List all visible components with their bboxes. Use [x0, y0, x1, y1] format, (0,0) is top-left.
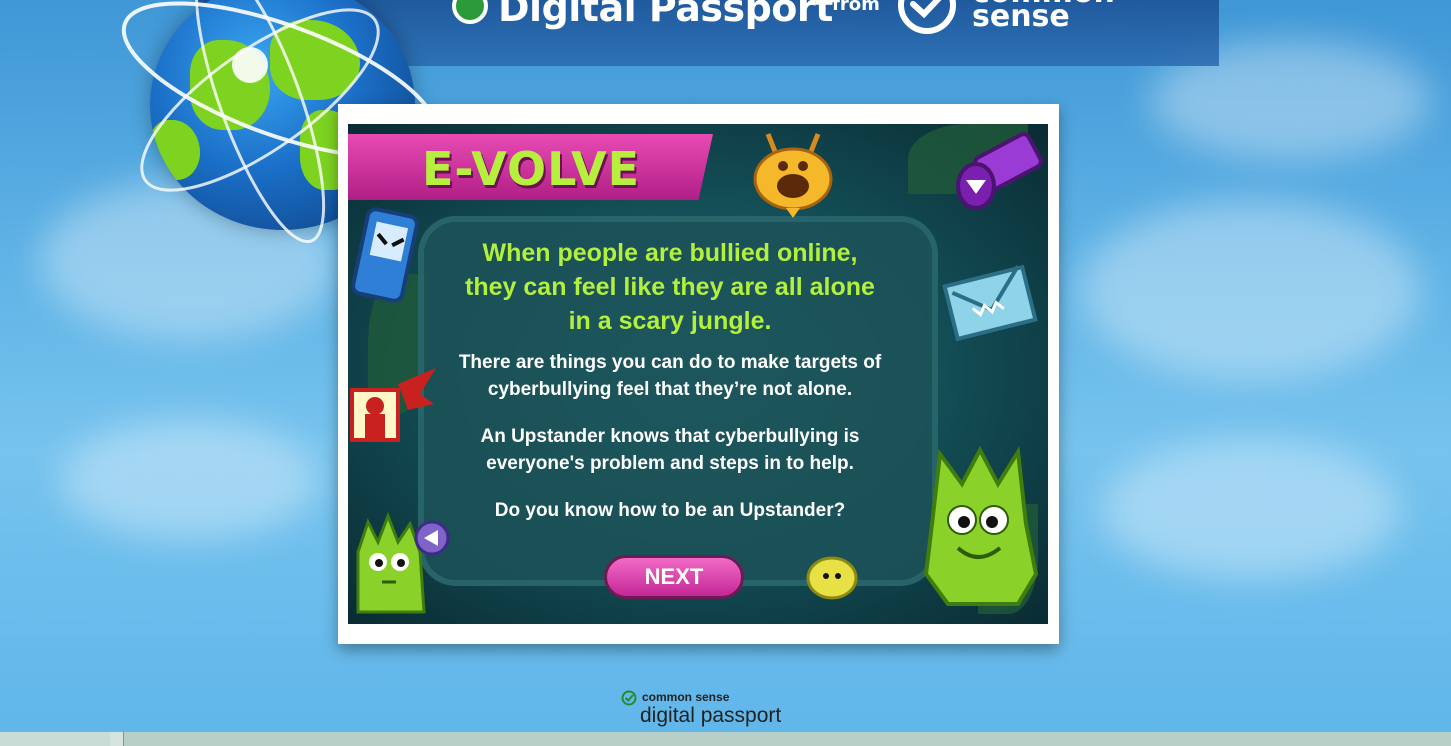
flashlight-monster-icon — [956, 132, 1043, 210]
green-monster-small-icon — [356, 512, 450, 614]
taskbar-segment[interactable] — [0, 732, 111, 746]
cloud — [1100, 440, 1400, 580]
taskbar — [0, 731, 1451, 746]
next-button[interactable]: NEXT — [604, 555, 744, 599]
phone-monster-icon — [351, 207, 419, 303]
headline-line: in a scary jungle. — [568, 307, 772, 335]
game-frame: E-VOLVE When people are bullied online, … — [338, 104, 1059, 644]
cloud — [1080, 200, 1420, 380]
paragraph-1: There are things you can do to make targ… — [410, 349, 930, 403]
speech-bubble-monster-icon — [753, 133, 833, 218]
partner-line2: sense — [972, 0, 1070, 34]
check-circle-icon — [621, 690, 637, 706]
cloud — [60, 420, 320, 540]
green-monster-large-icon — [923, 445, 1039, 606]
yellow-blob-icon — [806, 556, 858, 600]
paragraph-line: There are things you can do to make targ… — [458, 352, 882, 373]
paragraph-2: An Upstander knows that cyberbullying is… — [410, 423, 930, 477]
footer-brand-small: common sense — [642, 690, 730, 704]
envelope-monster-icon — [942, 264, 1038, 342]
game-title: E-VOLVE — [422, 142, 641, 196]
paragraph-line: everyone's problem and steps in to help. — [486, 453, 854, 474]
headline: When people are bullied online, they can… — [410, 236, 930, 338]
brand-title: Digital Passport — [498, 0, 833, 30]
headline-line: they can feel like they are all alone — [465, 273, 875, 301]
footer-brand-name: digital passport — [640, 704, 782, 727]
taskbar-segment[interactable] — [110, 732, 124, 746]
question-text: Do you know how to be an Upstander? — [494, 500, 846, 521]
headline-line: When people are bullied online, — [482, 239, 858, 267]
from-label: from — [832, 0, 880, 15]
paragraph-line: An Upstander knows that cyberbullying is — [480, 426, 860, 447]
bat-monster-icon — [350, 368, 436, 442]
game-screen: E-VOLVE When people are bullied online, … — [348, 124, 1048, 624]
paragraph-line: cyberbullying feel that they’re not alon… — [487, 379, 853, 400]
